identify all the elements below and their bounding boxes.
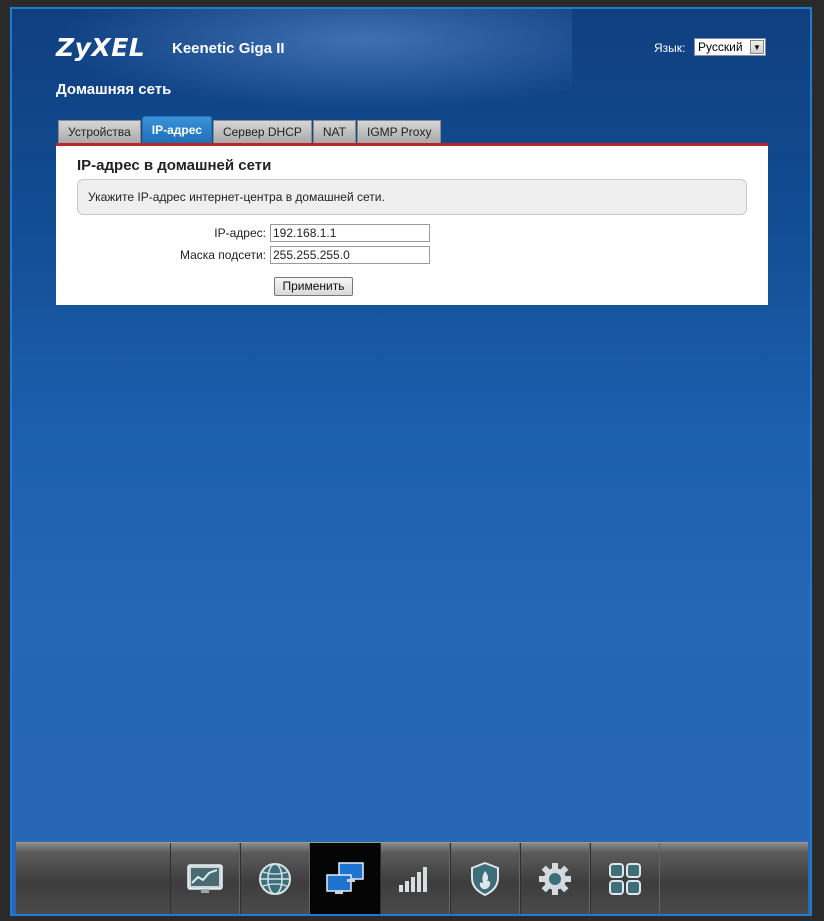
monitor-chart-icon — [187, 864, 223, 893]
subnet-mask-label: Маска подсети: — [179, 248, 266, 262]
tab-ip-address[interactable]: IP-адрес — [141, 116, 212, 143]
tab-igmp-proxy[interactable]: IGMP Proxy — [356, 120, 442, 143]
apps-grid-icon — [609, 863, 641, 895]
nav-wifi[interactable] — [380, 843, 450, 914]
hint-box: Укажите IP-адрес интернет-центра в домаш… — [77, 179, 747, 215]
nav-home-network[interactable] — [310, 843, 380, 914]
model-name: Keenetic Giga II — [172, 40, 285, 57]
zyxel-logo: ZyXEL — [56, 33, 146, 62]
gear-icon — [539, 863, 571, 895]
home-network-icon — [326, 862, 364, 894]
nav-internet[interactable] — [240, 843, 310, 914]
ip-address-label: IP-адрес: — [214, 226, 266, 240]
globe-icon — [259, 863, 291, 895]
tab-nat[interactable]: NAT — [312, 120, 356, 143]
tab-dhcp-server[interactable]: Сервер DHCP — [212, 120, 312, 143]
shield-icon — [471, 862, 499, 896]
panel-heading: IP-адрес в домашней сети — [77, 157, 272, 174]
language-label: Язык: — [654, 41, 686, 55]
tab-devices[interactable]: Устройства — [58, 120, 141, 143]
nav-monitor[interactable] — [170, 843, 240, 914]
chevron-down-icon: ▼ — [750, 40, 764, 54]
ip-address-input[interactable] — [270, 224, 430, 242]
subnet-mask-input[interactable] — [270, 246, 430, 264]
nav-system[interactable] — [520, 843, 590, 914]
tab-bar: Устройства IP-адрес Сервер DHCP NAT IGMP… — [58, 116, 442, 143]
nav-security[interactable] — [450, 843, 520, 914]
app-window: ZyXEL Keenetic Giga II Язык: Русский ▼ Д… — [10, 7, 812, 916]
signal-bars-icon — [399, 867, 427, 892]
language-select[interactable]: Русский ▼ — [694, 38, 766, 56]
settings-panel: IP-адрес в домашней сети Укажите IP-адре… — [56, 143, 768, 305]
bottom-nav-bar — [16, 842, 808, 914]
nav-applications[interactable] — [590, 843, 660, 914]
page-title: Домашняя сеть — [56, 81, 172, 98]
language-value: Русский — [698, 40, 743, 54]
apply-button[interactable]: Применить — [274, 277, 353, 296]
